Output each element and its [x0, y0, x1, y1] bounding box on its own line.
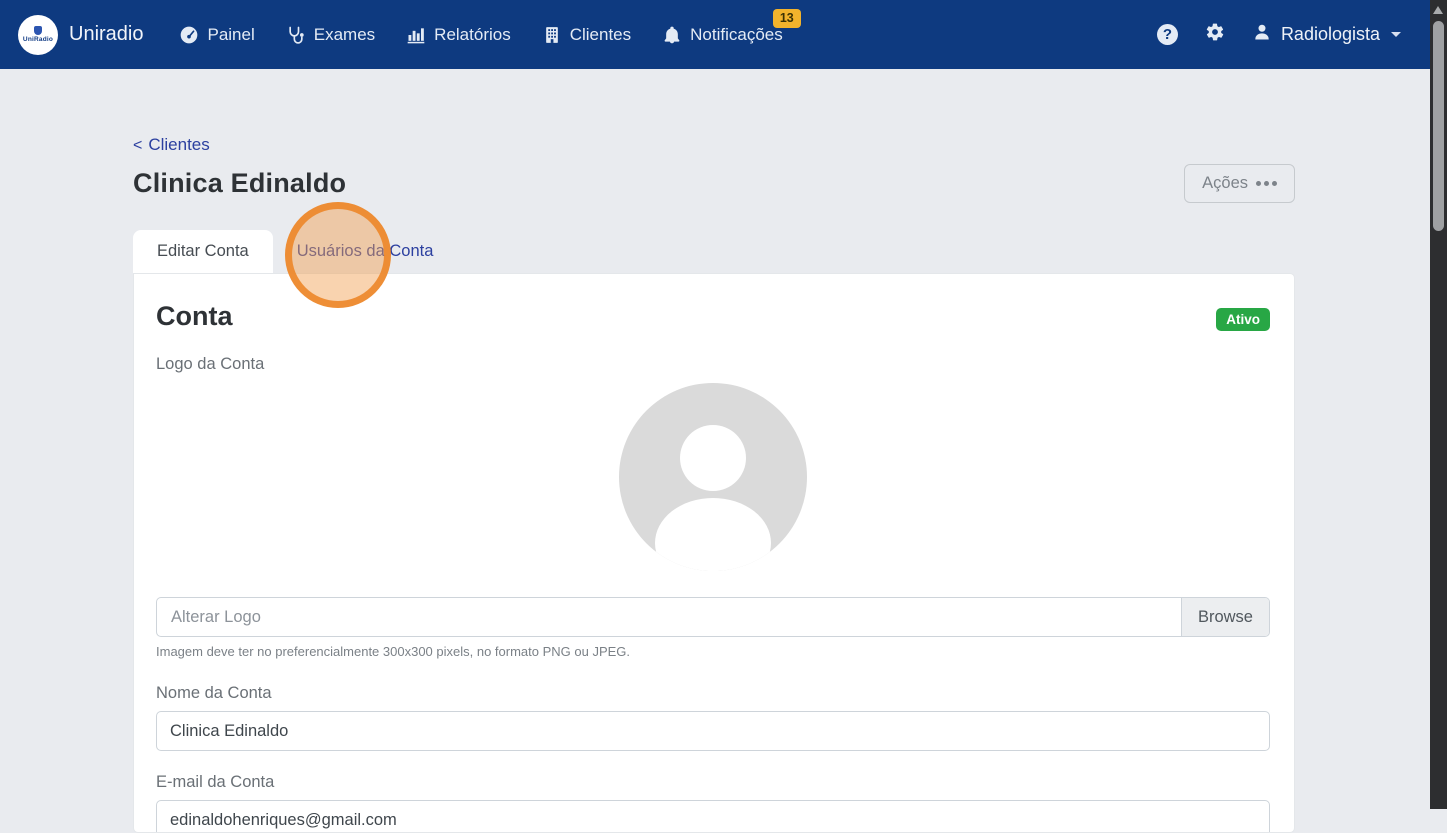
avatar — [619, 383, 807, 576]
ellipsis-icon — [1256, 181, 1277, 186]
account-name-label: Nome da Conta — [156, 684, 1270, 703]
account-card: Conta Ativo Logo da Conta Alterar Logo B… — [133, 273, 1295, 833]
brand-name: Uniradio — [69, 23, 143, 46]
window-scrollbar[interactable] — [1430, 0, 1447, 809]
bar-chart-icon — [406, 25, 426, 45]
user-name: Radiologista — [1281, 24, 1380, 45]
user-icon — [1252, 22, 1272, 47]
status-badge: Ativo — [1216, 308, 1270, 331]
dashboard-icon — [179, 25, 199, 45]
navbar-right: Radiologista — [1157, 22, 1401, 47]
user-menu[interactable]: Radiologista — [1252, 22, 1401, 47]
gear-icon — [1205, 22, 1225, 47]
nav-label: Painel — [207, 25, 254, 45]
logo-file-input[interactable]: Alterar Logo Browse — [156, 597, 1270, 637]
notification-count-badge: 13 — [773, 9, 801, 28]
tab-editar-conta[interactable]: Editar Conta — [133, 230, 273, 273]
file-help-text: Imagem deve ter no preferencialmente 300… — [156, 644, 1270, 659]
chevron-left-icon — [133, 135, 142, 155]
nav-item-notificacoes[interactable]: Notificações 13 — [660, 21, 785, 49]
account-name-input[interactable] — [156, 711, 1270, 751]
top-navbar: UniRadio Uniradio Painel Exames Relatóri… — [0, 0, 1447, 69]
account-tabs: Editar Conta Usuários da Conta — [133, 230, 1295, 273]
breadcrumb-back-link[interactable]: Clientes — [133, 135, 210, 155]
card-title: Conta — [156, 301, 233, 332]
main-nav: Painel Exames Relatórios Clientes Notifi… — [177, 21, 784, 49]
settings-button[interactable] — [1205, 22, 1225, 47]
logo-shield-icon — [34, 26, 42, 35]
brand[interactable]: UniRadio Uniradio — [18, 15, 143, 55]
page-content: Clientes Clinica Edinaldo Ações Editar C… — [133, 69, 1295, 833]
avatar-wrap — [156, 383, 1270, 576]
account-email-group: E-mail da Conta — [156, 773, 1270, 833]
nav-item-exames[interactable]: Exames — [284, 21, 377, 49]
stethoscope-icon — [286, 25, 306, 45]
nav-item-painel[interactable]: Painel — [177, 21, 256, 49]
account-email-label: E-mail da Conta — [156, 773, 1270, 792]
logo-field-label: Logo da Conta — [156, 355, 1270, 374]
account-email-input[interactable] — [156, 800, 1270, 833]
nav-label: Clientes — [570, 25, 631, 45]
nav-item-clientes[interactable]: Clientes — [540, 21, 633, 49]
card-header: Conta Ativo — [156, 301, 1270, 332]
title-row: Clinica Edinaldo Ações — [133, 164, 1295, 203]
help-button[interactable] — [1157, 24, 1178, 45]
nav-label: Relatórios — [434, 25, 511, 45]
scrollbar-thumb[interactable] — [1433, 21, 1444, 231]
nav-label: Exames — [314, 25, 375, 45]
logo-text: UniRadio — [23, 36, 53, 43]
page-title: Clinica Edinaldo — [133, 168, 346, 199]
hospital-icon — [542, 25, 562, 45]
uniradio-logo-icon: UniRadio — [18, 15, 58, 55]
browse-button[interactable]: Browse — [1181, 598, 1269, 636]
account-name-group: Nome da Conta — [156, 684, 1270, 751]
help-icon — [1157, 24, 1178, 45]
actions-button[interactable]: Ações — [1184, 164, 1295, 203]
nav-item-relatorios[interactable]: Relatórios — [404, 21, 513, 49]
actions-button-label: Ações — [1202, 174, 1248, 193]
bell-icon — [662, 25, 682, 45]
chevron-down-icon — [1391, 32, 1401, 37]
scrollbar-up-arrow-icon[interactable] — [1433, 6, 1443, 14]
file-input-placeholder: Alterar Logo — [157, 608, 1181, 627]
tab-usuarios-da-conta[interactable]: Usuários da Conta — [273, 230, 458, 273]
nav-label: Notificações — [690, 25, 783, 45]
breadcrumb-label: Clientes — [148, 135, 209, 155]
